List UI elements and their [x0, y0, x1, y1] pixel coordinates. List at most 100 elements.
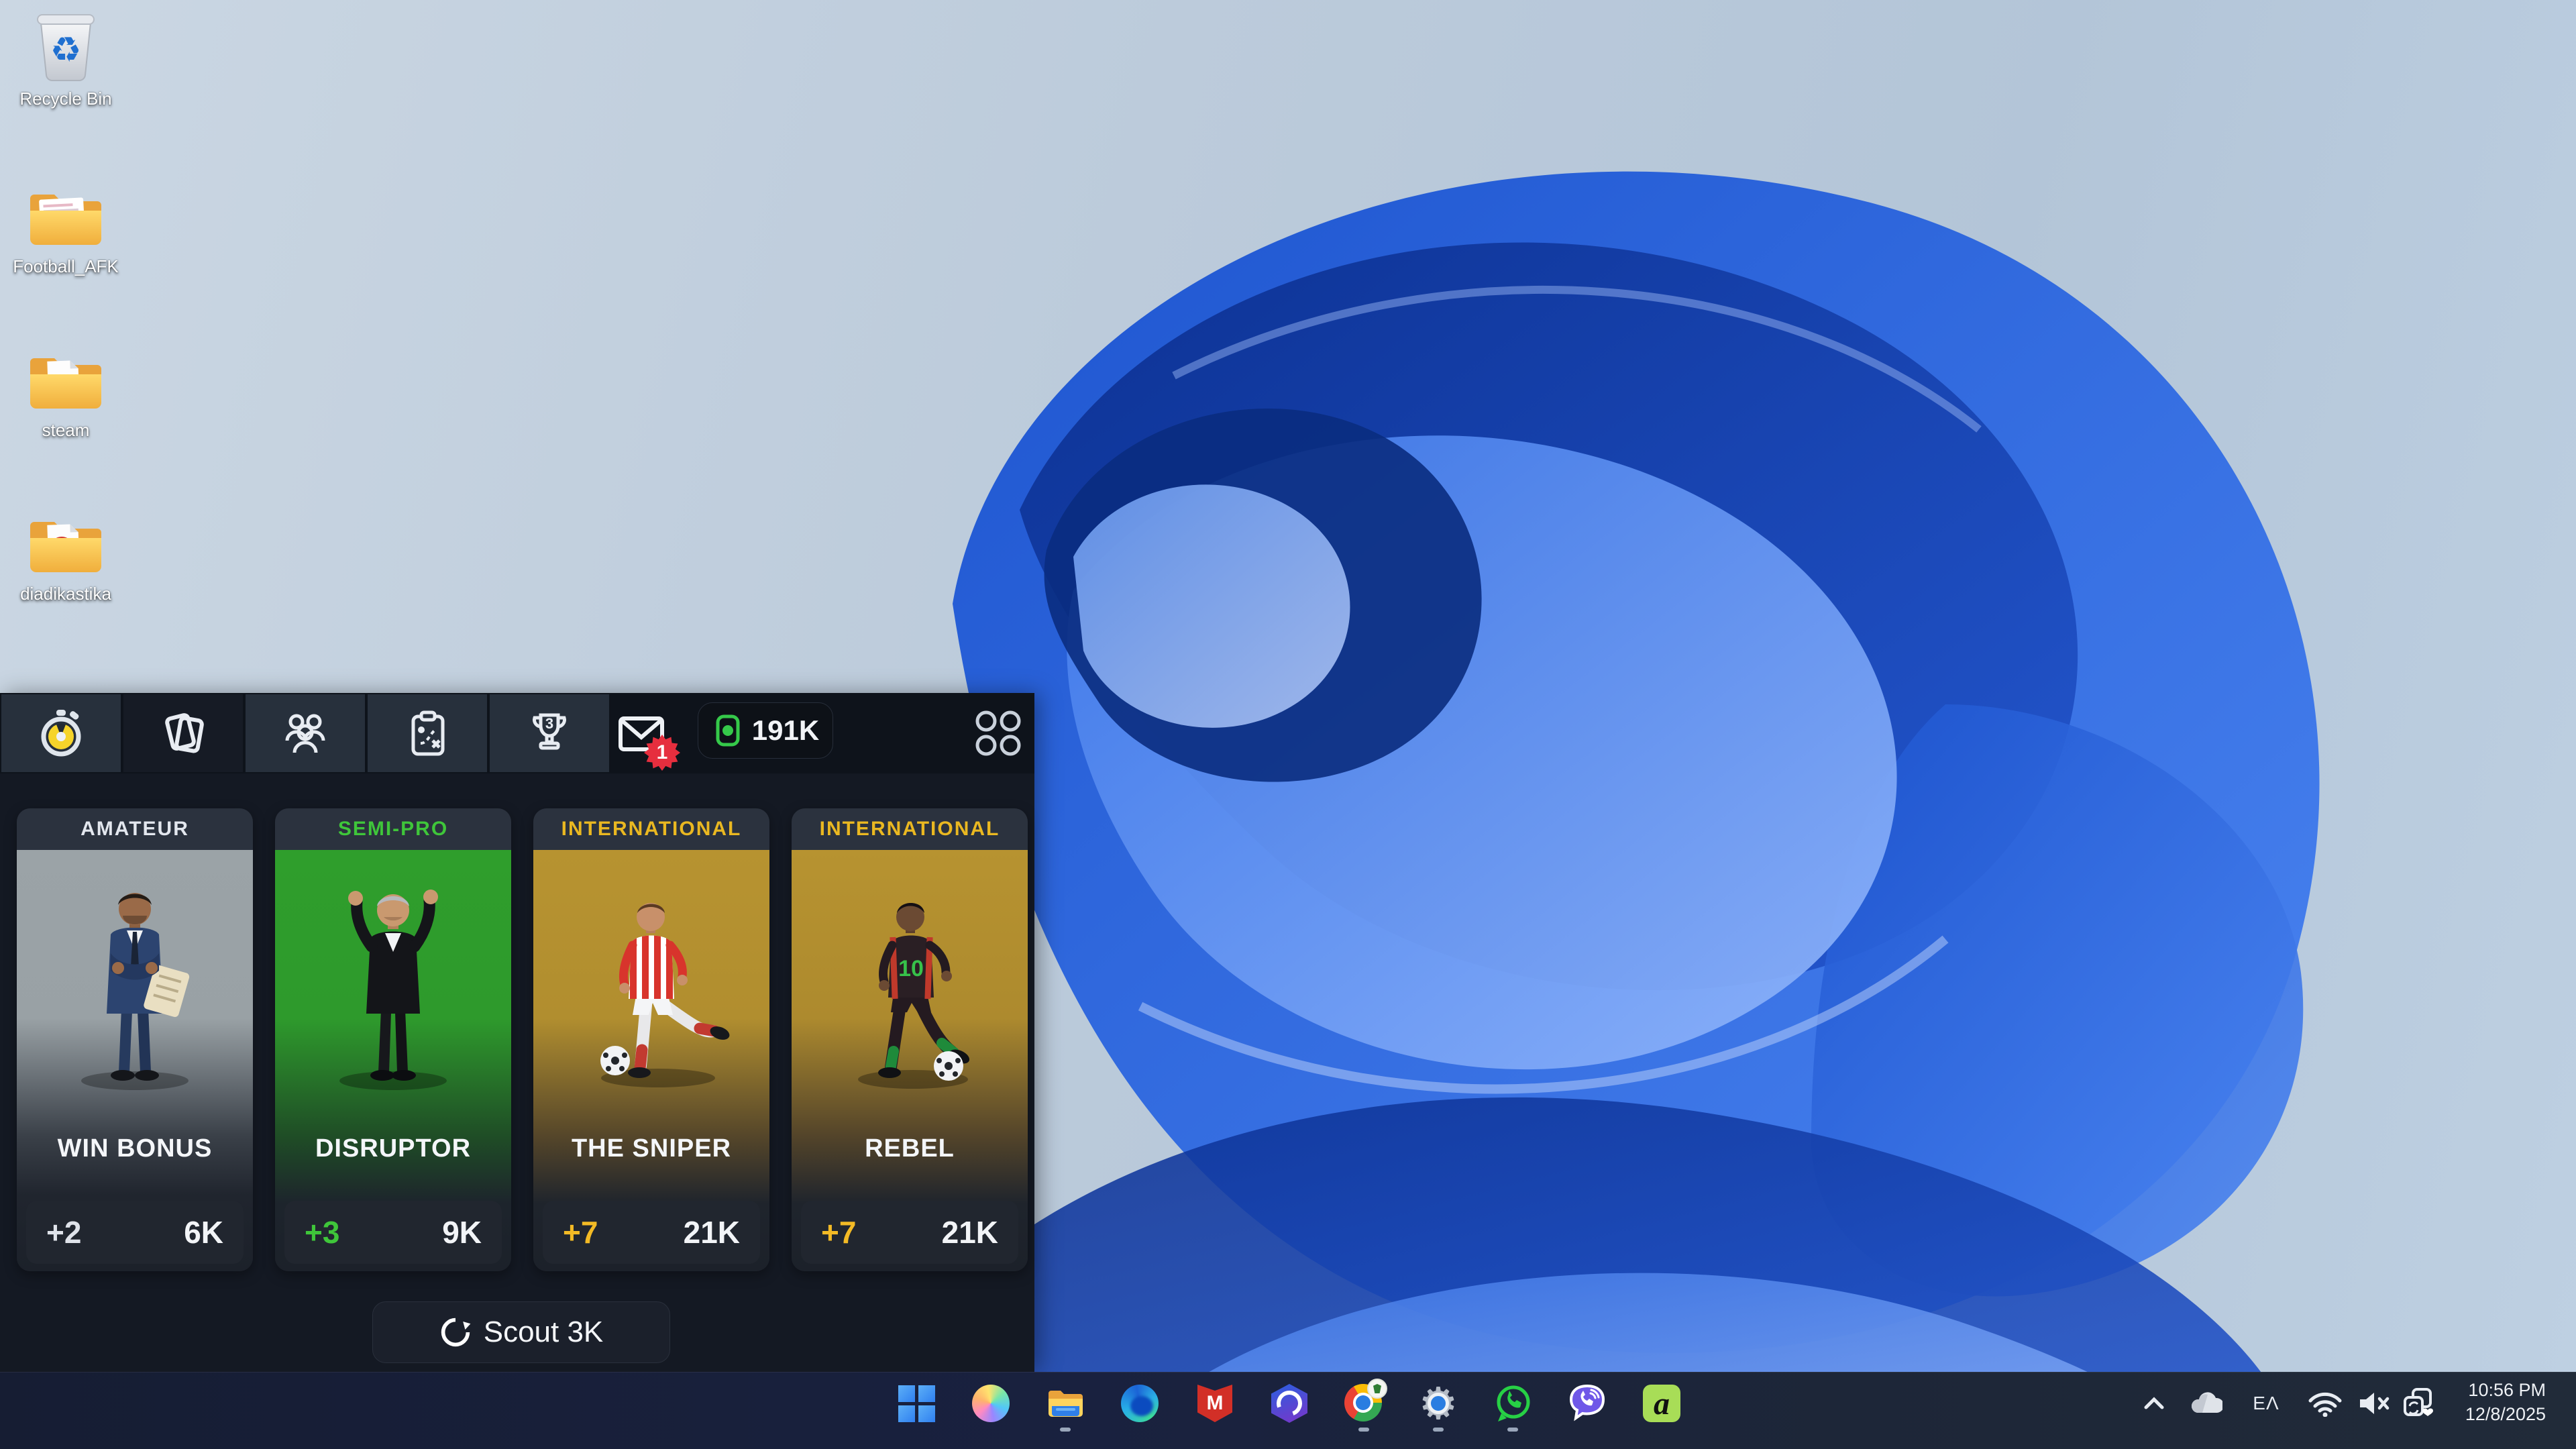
vpn-hexagon-icon: [1271, 1384, 1307, 1423]
folder-with-document-icon: [12, 335, 119, 415]
a-game-icon: a: [1643, 1385, 1680, 1422]
cards-icon: [158, 708, 208, 758]
taskbar-vpn-button[interactable]: [1269, 1383, 1309, 1424]
card-stats: +7 21K: [543, 1201, 760, 1264]
file-explorer-icon: [1046, 1387, 1084, 1419]
clock-time: 10:56 PM: [2465, 1378, 2546, 1402]
viber-icon: [1568, 1384, 1607, 1423]
wifi-icon: [2308, 1390, 2343, 1417]
card-stats: +7 21K: [801, 1201, 1018, 1264]
scout-card-win-bonus[interactable]: AMATEUR: [17, 808, 253, 1271]
refresh-icon: [439, 1316, 472, 1348]
taskbar-chrome-button[interactable]: [1344, 1383, 1384, 1424]
card-tier: SEMI-PRO: [275, 808, 511, 850]
desktop-icon-steam[interactable]: steam: [12, 335, 119, 441]
card-name: DISRUPTOR: [275, 1134, 511, 1163]
desktop-icon-recycle-bin[interactable]: ♻ Recycle Bin: [12, 4, 119, 109]
scout-card-disruptor[interactable]: SEMI-PRO: [275, 808, 511, 1271]
mcafee-shield-icon: M: [1197, 1385, 1232, 1422]
taskbar-a-game-button[interactable]: a: [1642, 1383, 1682, 1424]
svg-text:♻: ♻: [50, 31, 82, 70]
running-indicator: [1507, 1428, 1518, 1432]
taskbar-settings-button[interactable]: ⚙: [1418, 1383, 1458, 1424]
card-tier: AMATEUR: [17, 808, 253, 850]
tab-squad[interactable]: [246, 694, 365, 772]
tray-wifi-button[interactable]: [2305, 1383, 2345, 1424]
edge-icon: [1121, 1385, 1159, 1422]
tray-chevron-button[interactable]: [2137, 1383, 2171, 1424]
language-label: EΛ: [2253, 1393, 2279, 1414]
taskbar-copilot-button[interactable]: [971, 1383, 1011, 1424]
running-indicator: [1358, 1428, 1369, 1432]
desktop-icon-label: Football_AFK: [12, 256, 119, 277]
chrome-icon: [1344, 1384, 1383, 1423]
running-indicator: [1060, 1428, 1071, 1432]
whatsapp-icon: [1493, 1384, 1532, 1423]
taskbar-viber-button[interactable]: [1567, 1383, 1607, 1424]
squad-icon: [280, 708, 330, 758]
card-stats: +2 6K: [26, 1201, 244, 1264]
card-bonus: +2: [46, 1214, 81, 1250]
card-bonus: +7: [821, 1214, 856, 1250]
card-price: 6K: [184, 1214, 223, 1250]
desktop-icon-label: diadikastika: [12, 584, 119, 604]
folder-with-pdf-icon: [12, 499, 119, 578]
scout-card-the-sniper[interactable]: INTERNATIONAL: [533, 808, 769, 1271]
scout-card-rebel[interactable]: INTERNATIONAL 10: [792, 808, 1028, 1271]
tray-update-button[interactable]: [2399, 1383, 2438, 1424]
tray-clock[interactable]: 10:56 PM 12/8/2025: [2465, 1378, 2546, 1426]
windows-logo-icon: [898, 1385, 935, 1422]
card-bonus: +3: [305, 1214, 339, 1250]
taskbar-file-explorer-button[interactable]: [1045, 1383, 1085, 1424]
stopwatch-icon: [36, 708, 86, 758]
desktop-icon-diadikastika[interactable]: diadikastika: [12, 499, 119, 604]
tray-language-indicator[interactable]: EΛ: [2245, 1383, 2288, 1424]
card-price: 9K: [442, 1214, 482, 1250]
desktop-icon-football-afk[interactable]: Football_AFK: [12, 172, 119, 277]
card-tier: INTERNATIONAL: [533, 808, 769, 850]
taskbar-start-button[interactable]: [896, 1383, 936, 1424]
card-name: REBEL: [792, 1134, 1028, 1163]
folder-with-documents-icon: [12, 172, 119, 251]
card-price: 21K: [942, 1214, 998, 1250]
tactics-clipboard-icon: [402, 708, 452, 758]
tray-onedrive-button[interactable]: [2186, 1383, 2226, 1424]
card-bonus: +7: [563, 1214, 598, 1250]
card-tier: INTERNATIONAL: [792, 808, 1028, 850]
game-window: 3 1 191K: [0, 693, 1034, 1372]
currency-chip[interactable]: 191K: [698, 702, 833, 759]
card-stats: +3 9K: [284, 1201, 502, 1264]
tab-cards[interactable]: [123, 694, 243, 772]
taskbar-mcafee-button[interactable]: M: [1195, 1383, 1235, 1424]
onedrive-cloud-icon: [2189, 1391, 2222, 1415]
running-indicator: [1433, 1428, 1444, 1432]
taskbar-edge-button[interactable]: [1120, 1383, 1160, 1424]
mail-button[interactable]: 1: [612, 704, 671, 763]
taskbar: M ⚙: [0, 1372, 2576, 1449]
grid-menu-button[interactable]: [974, 709, 1022, 757]
card-name: THE SNIPER: [533, 1134, 769, 1163]
chevron-up-icon: [2143, 1395, 2165, 1412]
scout-button[interactable]: Scout 3K: [372, 1301, 670, 1363]
tab-trophies[interactable]: 3: [490, 694, 609, 772]
currency-value: 191K: [752, 714, 819, 747]
trophy-number: 3: [545, 715, 553, 732]
recycle-bin-icon: ♻: [12, 4, 119, 83]
cash-icon: [712, 713, 744, 748]
chrome-tab-badge-icon: [1367, 1379, 1387, 1399]
scout-button-label: Scout 3K: [484, 1316, 604, 1349]
grid-circles-icon: [974, 709, 1022, 757]
settings-gear-icon: ⚙: [1418, 1383, 1458, 1424]
tab-timer[interactable]: [1, 694, 121, 772]
desktop-icon-label: steam: [12, 420, 119, 441]
card-name: WIN BONUS: [17, 1134, 253, 1163]
tray-volume-button[interactable]: [2355, 1383, 2395, 1424]
desktop-icon-label: Recycle Bin: [12, 89, 119, 109]
update-icon: [2402, 1387, 2434, 1419]
tab-tactics[interactable]: [368, 694, 487, 772]
card-price: 21K: [684, 1214, 740, 1250]
game-header: 3 1 191K: [0, 693, 1034, 773]
taskbar-whatsapp-button[interactable]: [1493, 1383, 1533, 1424]
volume-muted-icon: [2357, 1391, 2392, 1415]
svg-text:10: 10: [898, 956, 924, 981]
